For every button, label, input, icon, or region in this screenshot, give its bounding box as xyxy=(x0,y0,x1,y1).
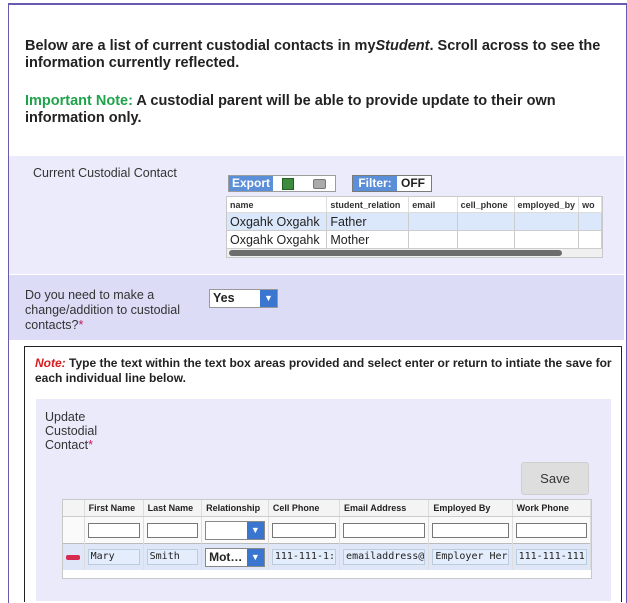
column-header[interactable]: Work Phone xyxy=(512,500,592,517)
chevron-down-icon[interactable]: ▼ xyxy=(246,521,264,539)
table-row[interactable]: Oxgahk Oxgahk Mother xyxy=(227,230,602,249)
current-contacts-label: Current Custodial Contact xyxy=(33,166,177,180)
relationship-select[interactable]: Mot… ▼ xyxy=(205,547,265,567)
column-header[interactable]: Last Name xyxy=(143,500,203,517)
contacts-grid: name student_relation email cell_phone e… xyxy=(226,196,603,258)
email-field[interactable]: emailaddress@ xyxy=(343,549,426,565)
first-name-filter-input[interactable] xyxy=(87,522,140,538)
chevron-down-icon[interactable]: ▼ xyxy=(260,290,277,307)
cell-phone-field[interactable]: 111-111-1: xyxy=(271,549,337,565)
cell-name: Oxgahk Oxgahk xyxy=(227,212,328,231)
export-control: Export xyxy=(228,175,336,192)
column-header[interactable]: Email Address xyxy=(339,500,430,517)
chevron-down-icon[interactable]: ▼ xyxy=(246,548,264,566)
export-button[interactable]: Export xyxy=(229,176,273,191)
cell-email xyxy=(408,230,458,249)
grid-header-row: name student_relation email cell_phone e… xyxy=(227,197,602,213)
cell-phone xyxy=(457,230,515,249)
relationship-select-value: Mot… xyxy=(209,549,243,564)
note-label: Note: xyxy=(35,356,66,370)
cell-work xyxy=(578,212,602,231)
important-note-label: Important Note: xyxy=(25,93,133,109)
required-marker: * xyxy=(78,318,84,332)
column-header[interactable]: Employed By xyxy=(428,500,513,517)
scrollbar-thumb[interactable] xyxy=(229,250,562,256)
instructions-text: Note: Type the text within the text box … xyxy=(35,356,612,385)
column-header[interactable]: email xyxy=(408,197,458,213)
table-row: Mary Smith Mot… ▼ 111-111-1: emailaddress… xyxy=(63,543,592,570)
filter-status: OFF xyxy=(401,176,425,190)
excel-icon[interactable] xyxy=(282,178,294,190)
email-filter-input[interactable] xyxy=(343,522,426,538)
cell-employer xyxy=(514,230,580,249)
update-header-row: First Name Last Name Relationship Cell P… xyxy=(63,500,592,517)
update-grid: First Name Last Name Relationship Cell P… xyxy=(62,499,592,579)
employer-field[interactable]: Employer Her xyxy=(432,549,509,565)
change-select[interactable]: Yes ▼ xyxy=(209,289,278,308)
cell-relation: Father xyxy=(326,212,410,231)
column-header[interactable]: employed_by xyxy=(514,197,580,213)
change-question-label: Do you need to make a change/addition to… xyxy=(25,288,180,332)
column-header[interactable]: Cell Phone xyxy=(268,500,341,517)
column-header[interactable]: Relationship xyxy=(201,500,269,517)
horizontal-scrollbar[interactable] xyxy=(227,249,602,257)
column-header[interactable]: student_relation xyxy=(326,197,410,213)
important-note: Important Note: A custodial parent will … xyxy=(25,93,556,126)
table-row[interactable]: Oxgahk Oxgahk Father xyxy=(227,212,602,231)
save-button[interactable]: Save xyxy=(521,462,589,495)
work-phone-filter-input[interactable] xyxy=(515,522,587,538)
last-name-filter-input[interactable] xyxy=(146,522,199,538)
cell-email xyxy=(408,212,458,231)
last-name-field[interactable]: Smith xyxy=(146,549,199,565)
cell-relation: Mother xyxy=(326,230,410,249)
column-header[interactable]: name xyxy=(227,197,328,213)
relationship-filter-select[interactable]: ▼ xyxy=(205,520,265,540)
delete-row-icon[interactable] xyxy=(66,554,81,560)
column-header[interactable]: First Name xyxy=(84,500,144,517)
column-header[interactable]: cell_phone xyxy=(457,197,515,213)
filter-row: ▼ xyxy=(63,516,592,544)
cell-name: Oxgahk Oxgahk xyxy=(227,230,328,249)
filter-control: Filter: OFF xyxy=(352,175,432,192)
required-marker: * xyxy=(88,438,93,452)
column-header[interactable]: wo xyxy=(578,197,602,213)
cell-work xyxy=(578,230,602,249)
update-label: Update Custodial Contact* xyxy=(45,410,98,452)
cell-phone xyxy=(457,212,515,231)
work-phone-field[interactable]: 111-111-111 xyxy=(515,549,587,565)
cell-phone-filter-input[interactable] xyxy=(271,522,337,538)
filter-button[interactable]: Filter: xyxy=(353,176,397,191)
print-icon[interactable] xyxy=(313,179,326,189)
cell-employer xyxy=(514,212,580,231)
employer-filter-input[interactable] xyxy=(432,522,509,538)
first-name-field[interactable]: Mary xyxy=(87,549,140,565)
change-select-value: Yes xyxy=(213,291,235,305)
intro-text: Below are a list of current custodial co… xyxy=(25,38,601,71)
